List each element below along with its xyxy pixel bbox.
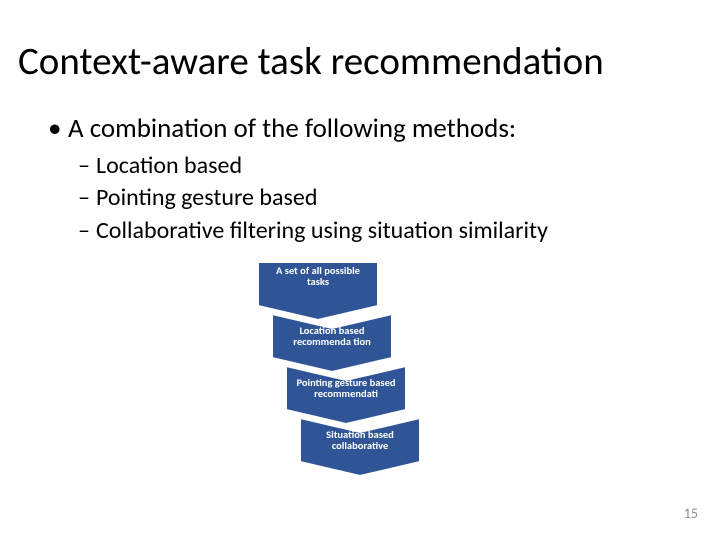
sub-bullet-item: –Pointing gesture based xyxy=(78,182,548,214)
flow-step-label: Situation based collaborative xyxy=(300,429,420,452)
slide-title: Context-aware task recommendation xyxy=(18,38,604,85)
process-flow: A set of all possible tasks Location bas… xyxy=(258,262,428,470)
flow-step-2: Location based recommenda tion xyxy=(272,314,392,372)
flow-step-4: Situation based collaborative xyxy=(300,418,420,476)
sub-bullet-item: –Collaborative filtering using situation… xyxy=(78,215,548,247)
sub-bullet-text: Pointing gesture based xyxy=(96,183,317,212)
slide: Context-aware task recommendation •A com… xyxy=(0,0,720,540)
bullet-text: A combination of the following methods: xyxy=(68,112,516,145)
flow-step-label: A set of all possible tasks xyxy=(258,265,378,288)
flow-step-1: A set of all possible tasks xyxy=(258,262,378,320)
bullet-dot: • xyxy=(48,112,68,145)
sub-bullet-item: –Location based xyxy=(78,150,548,182)
dash-icon: – xyxy=(78,215,96,247)
dash-icon: – xyxy=(78,182,96,214)
dash-icon: – xyxy=(78,150,96,182)
sub-bullet-list: –Location based –Pointing gesture based … xyxy=(78,150,548,247)
flow-step-label: Pointing gesture based recommendati xyxy=(286,377,406,400)
bullet-level-1: •A combination of the following methods: xyxy=(48,112,516,145)
sub-bullet-text: Collaborative filtering using situation … xyxy=(96,216,548,245)
sub-bullet-text: Location based xyxy=(96,151,242,180)
flow-step-3: Pointing gesture based recommendati xyxy=(286,366,406,424)
flow-step-label: Location based recommenda tion xyxy=(272,325,392,348)
page-number: 15 xyxy=(684,505,698,522)
